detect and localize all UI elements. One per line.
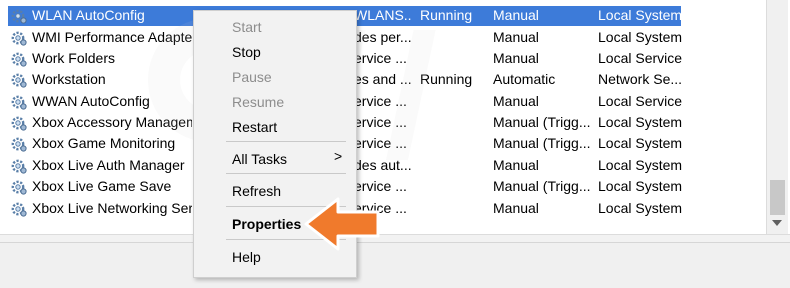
service-name: WLAN AutoConfig xyxy=(32,7,145,23)
gear-icon xyxy=(10,157,28,175)
service-row[interactable]: WLAN AutoConfig WLANS... Running Manual … xyxy=(0,5,766,26)
service-log-on-as: Network Se... xyxy=(598,71,683,87)
service-log-on-as: Local Service xyxy=(598,50,683,66)
service-log-on-as: Local System xyxy=(598,178,683,194)
menu-item-help[interactable]: Help xyxy=(232,247,261,267)
service-startup-type: Automatic xyxy=(493,71,556,87)
service-row[interactable]: Workstation es and ... Running Automatic… xyxy=(0,69,766,90)
menu-item-properties[interactable]: Properties xyxy=(232,214,301,234)
service-status xyxy=(420,91,488,112)
service-status xyxy=(420,198,488,219)
service-name: Xbox Live Auth Manager xyxy=(32,157,185,173)
chevron-right-icon: > xyxy=(334,148,343,164)
service-startup-type: Manual (Trigg... xyxy=(493,114,591,130)
service-name: Xbox Game Monitoring xyxy=(32,135,176,151)
service-startup-type: Manual xyxy=(493,50,539,66)
service-status xyxy=(420,133,488,154)
service-description: es and ... xyxy=(354,71,412,87)
service-log-on-as: Local System xyxy=(598,29,683,45)
service-row[interactable]: Xbox Game Monitoring ervice ... Manual (… xyxy=(0,133,766,154)
service-startup-type: Manual xyxy=(493,200,539,216)
service-description: ervice ... xyxy=(354,93,407,109)
menu-item-start: Start xyxy=(232,19,262,35)
gear-icon xyxy=(10,178,28,196)
menu-item-resume: Resume xyxy=(232,94,285,110)
service-row[interactable]: Xbox Live Auth Manager des aut... Manual… xyxy=(0,155,766,176)
service-status xyxy=(420,27,488,48)
gear-icon xyxy=(10,7,28,25)
menu-item-stop[interactable]: Stop xyxy=(232,42,261,62)
service-startup-type: Manual xyxy=(493,29,539,45)
scroll-down-arrow-icon[interactable] xyxy=(772,220,782,226)
service-name: WWAN AutoConfig xyxy=(32,93,150,109)
menu-item-pause: Pause xyxy=(232,69,272,85)
service-status: Running xyxy=(420,71,473,87)
service-log-on-as: Local System xyxy=(598,157,683,173)
service-description: ervice ... xyxy=(354,114,407,130)
service-status xyxy=(420,48,488,69)
service-status: Running xyxy=(420,7,473,23)
menu-separator xyxy=(226,141,346,142)
service-log-on-as: Local Service xyxy=(598,93,683,109)
scrollbar-thumb[interactable] xyxy=(770,180,785,215)
service-status xyxy=(420,155,488,176)
service-description: des per... xyxy=(354,29,412,45)
service-description: WLANS... xyxy=(354,7,412,23)
service-row[interactable]: WWAN AutoConfig ervice ... Manual Local … xyxy=(0,91,766,112)
service-name: Work Folders xyxy=(32,50,115,66)
service-name: Xbox Live Networking Servi xyxy=(32,200,192,216)
service-description: ervice ... xyxy=(354,178,407,194)
service-row[interactable]: Xbox Live Game Save ervice ... Manual (T… xyxy=(0,176,766,197)
gear-icon xyxy=(10,93,28,111)
service-name: Xbox Live Game Save xyxy=(32,178,172,194)
menu-separator xyxy=(226,173,346,174)
horizontal-scrollbar[interactable] xyxy=(0,234,790,242)
menu-item-all-tasks[interactable]: All Tasks xyxy=(232,149,287,169)
vertical-scrollbar[interactable] xyxy=(766,0,788,234)
service-name: Xbox Accessory Manageme xyxy=(32,114,192,130)
service-description: ervice ... xyxy=(354,50,407,66)
service-row[interactable]: WMI Performance Adapter des per... Manua… xyxy=(0,27,766,48)
service-log-on-as: Local System xyxy=(598,135,683,151)
service-description: ervice ... xyxy=(354,135,407,151)
service-startup-type: Manual (Trigg... xyxy=(493,135,591,151)
status-bar xyxy=(0,242,790,288)
gear-icon xyxy=(10,200,28,218)
service-startup-type: Manual xyxy=(493,157,539,173)
gear-icon xyxy=(10,114,28,132)
service-row[interactable]: Work Folders ervice ... Manual Local Ser… xyxy=(0,48,766,69)
service-description: des aut... xyxy=(354,157,412,173)
service-log-on-as: Local System xyxy=(598,7,683,23)
gear-icon xyxy=(10,71,28,89)
arrow-left-icon xyxy=(304,197,380,251)
service-row[interactable]: Xbox Accessory Manageme ervice ... Manua… xyxy=(0,112,766,133)
service-row[interactable]: Xbox Live Networking Servi ervice ... Ma… xyxy=(0,198,766,219)
service-log-on-as: Local System xyxy=(598,114,683,130)
gear-icon xyxy=(10,29,28,47)
service-log-on-as: Local System xyxy=(598,200,683,216)
gear-icon xyxy=(10,135,28,153)
service-startup-type: Manual xyxy=(493,93,539,109)
services-list: WLAN AutoConfig WLANS... Running Manual … xyxy=(0,0,766,234)
service-startup-type: Manual xyxy=(493,7,539,23)
service-name: WMI Performance Adapter xyxy=(32,29,192,45)
service-status xyxy=(420,176,488,197)
service-startup-type: Manual (Trigg... xyxy=(493,178,591,194)
gear-icon xyxy=(10,50,28,68)
service-status xyxy=(420,112,488,133)
menu-item-refresh[interactable]: Refresh xyxy=(232,181,281,201)
service-name: Workstation xyxy=(32,71,106,87)
menu-item-restart[interactable]: Restart xyxy=(232,117,277,137)
